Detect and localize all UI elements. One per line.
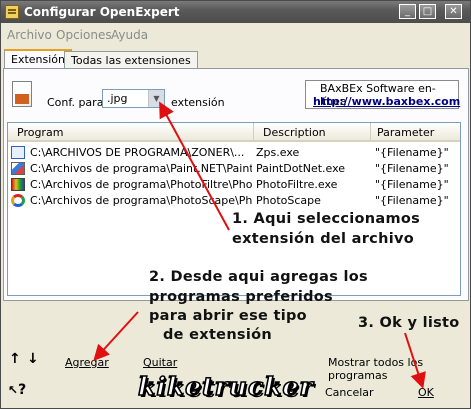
ok-button[interactable]: OK — [418, 386, 434, 399]
add-button[interactable]: Agregar — [65, 356, 109, 369]
program-description: PaintDotNet.exe — [256, 162, 346, 175]
extension-value: .jpg — [107, 92, 128, 105]
program-parameter: "{Filename}" — [375, 178, 449, 191]
extension-select[interactable]: .jpg ▼ — [102, 89, 165, 108]
program-parameter: "{Filename}" — [375, 194, 449, 207]
annotation-2-line1: 2. Desde aqui agregas los — [149, 269, 368, 285]
program-path: C:\Archivos de programa\PhotoFiltre\Phot… — [30, 178, 252, 191]
arrow-to-add-button — [93, 311, 139, 361]
config-window: Configurar OpenExpert _ □ ✕ Archivo Opci… — [0, 0, 471, 409]
program-path: C:\Archivos de programa\Paint.NET\Paint.… — [30, 162, 252, 175]
program-path: C:\Archivos de programa\PhotoScape\Photo… — [30, 194, 252, 207]
paintnet-icon — [11, 162, 25, 175]
chevron-down-icon[interactable]: ▼ — [148, 90, 164, 107]
annotation-1-line2: extensión del archivo — [232, 231, 414, 247]
minimize-button[interactable]: _ — [399, 4, 416, 19]
move-down-icon[interactable]: ↓ — [27, 351, 39, 367]
column-header-parameter[interactable]: Parameter — [371, 123, 460, 142]
program-description: Zps.exe — [256, 146, 300, 159]
table-row[interactable]: C:\ARCHIVOS DE PROGRAMA\ZONER\... Zps.ex… — [8, 145, 460, 161]
tab-all-extensions[interactable]: Todas las extensiones — [64, 51, 198, 68]
tab-extension[interactable]: Extensión — [4, 49, 73, 69]
document-icon — [12, 81, 32, 107]
table-row[interactable]: C:\Archivos de programa\PhotoFiltre\Phot… — [8, 177, 460, 193]
menu-archivo[interactable]: Archivo — [7, 28, 52, 42]
program-parameter: "{Filename}" — [375, 162, 449, 175]
program-description: PhotoScape — [256, 194, 321, 207]
close-button[interactable]: ✕ — [445, 4, 462, 19]
column-header-description[interactable]: Description — [254, 123, 371, 142]
maximize-button[interactable]: □ — [419, 4, 436, 19]
window-title: Configurar OpenExpert — [24, 5, 180, 19]
conf-para-label: Conf. para — [47, 96, 104, 109]
cancel-button[interactable]: Cancelar — [325, 386, 374, 399]
software-info-box: BAxBEx Software en-línea http://www.baxb… — [305, 80, 460, 109]
table-row[interactable]: C:\Archivos de programa\PhotoScape\Photo… — [8, 193, 460, 209]
show-all-programs-button[interactable]: Mostrar todos los programas — [328, 356, 470, 382]
menu-opciones[interactable]: Opciones — [56, 28, 112, 42]
annotation-2-line2: programas preferidos — [149, 289, 333, 305]
extension-label: extensión — [171, 96, 225, 109]
move-up-icon[interactable]: ↑ — [9, 351, 21, 367]
program-parameter: "{Filename}" — [375, 146, 449, 159]
table-row[interactable]: C:\Archivos de programa\Paint.NET\Paint.… — [8, 161, 460, 177]
help-cursor-icon[interactable]: ↖? — [8, 382, 26, 398]
photoscape-icon — [11, 194, 25, 207]
menu-ayuda[interactable]: Ayuda — [111, 28, 148, 42]
annotation-1-line1: 1. Aqui seleccionamos — [232, 211, 421, 227]
zoner-icon — [11, 146, 25, 159]
help-icon: ? — [18, 382, 27, 398]
program-path: C:\ARCHIVOS DE PROGRAMA\ZONER\... — [30, 146, 245, 159]
annotation-3: 3. Ok y listo — [358, 315, 460, 331]
watermark-logo: kiketrucker — [137, 371, 314, 402]
program-description: PhotoFiltre.exe — [256, 178, 338, 191]
photofiltre-icon — [11, 178, 25, 191]
column-header-program[interactable]: Program — [8, 123, 254, 142]
title-bar[interactable]: Configurar OpenExpert _ □ ✕ — [1, 1, 470, 23]
remove-button[interactable]: Quitar — [143, 356, 177, 369]
annotation-2-line3: para abrir ese tipo — [149, 308, 307, 324]
software-link[interactable]: http://www.baxbex.com — [313, 95, 460, 108]
annotation-2-line4: de extensión — [163, 327, 273, 343]
app-icon — [5, 5, 19, 19]
